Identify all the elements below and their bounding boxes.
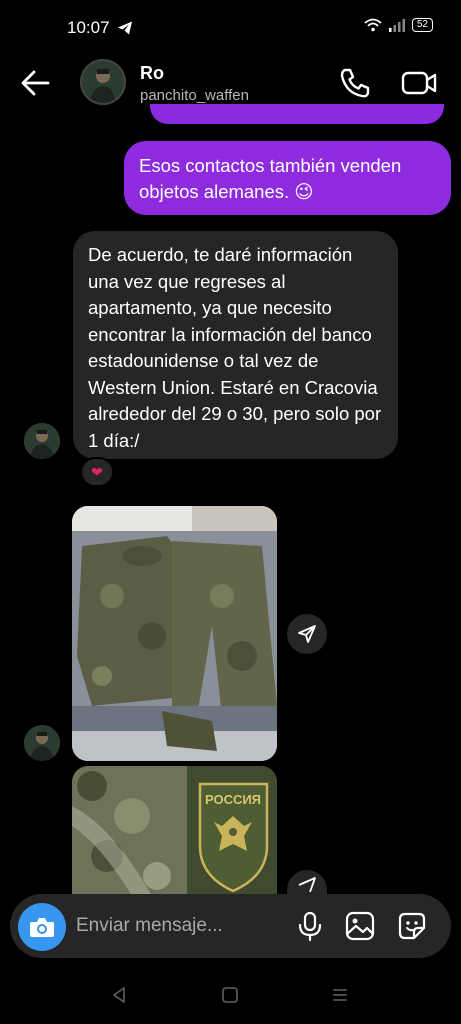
message-composer	[10, 894, 451, 958]
heart-icon: ❤	[91, 463, 103, 480]
sticker-icon[interactable]	[396, 910, 428, 942]
status-time: 10:07	[67, 18, 110, 37]
share-icon	[298, 877, 316, 892]
patch-text: РОССИЯ	[205, 792, 261, 807]
nav-recent-apps-icon[interactable]	[331, 986, 349, 1004]
share-button[interactable]	[287, 870, 327, 894]
message-input[interactable]	[76, 912, 286, 940]
photo-message-patch[interactable]: РОССИЯ	[72, 766, 277, 896]
status-bar: 10:07 52	[0, 0, 461, 52]
nav-home-icon[interactable]	[221, 986, 239, 1004]
avatar-image	[24, 725, 60, 761]
photo-message-uniform[interactable]	[72, 506, 277, 761]
contact-avatar[interactable]	[80, 59, 126, 105]
telegram-send-icon	[118, 21, 132, 35]
video-icon[interactable]	[400, 66, 438, 100]
previous-message-bubble[interactable]	[150, 104, 444, 124]
patch-photo-image: РОССИЯ	[72, 766, 277, 896]
avatar-image	[82, 61, 124, 103]
back-arrow-icon[interactable]	[18, 66, 52, 100]
incoming-message[interactable]: De acuerdo, te daré información una vez …	[73, 231, 398, 459]
contact-username[interactable]: panchito_waffen	[140, 87, 249, 104]
sender-avatar[interactable]	[24, 725, 60, 761]
gallery-icon[interactable]	[344, 910, 376, 942]
system-navigation-bar	[0, 960, 461, 1024]
microphone-icon[interactable]	[294, 910, 326, 942]
phone-icon[interactable]	[338, 66, 372, 100]
wifi-icon	[364, 18, 382, 32]
camera-icon	[30, 918, 54, 937]
nav-back-icon[interactable]	[110, 986, 128, 1004]
contact-name[interactable]: Ro	[140, 63, 164, 84]
avatar-image	[24, 423, 60, 459]
share-button[interactable]	[287, 614, 327, 654]
share-icon	[298, 625, 316, 643]
outgoing-message[interactable]: Esos contactos también venden objetos al…	[124, 141, 451, 215]
battery-indicator: 52	[411, 18, 433, 32]
status-indicators: 52	[364, 18, 433, 32]
camera-button[interactable]	[18, 903, 66, 951]
signal-icon	[388, 19, 405, 32]
heart-reaction[interactable]: ❤	[80, 457, 114, 487]
uniform-photo-image	[72, 506, 277, 761]
sender-avatar[interactable]	[24, 423, 60, 459]
